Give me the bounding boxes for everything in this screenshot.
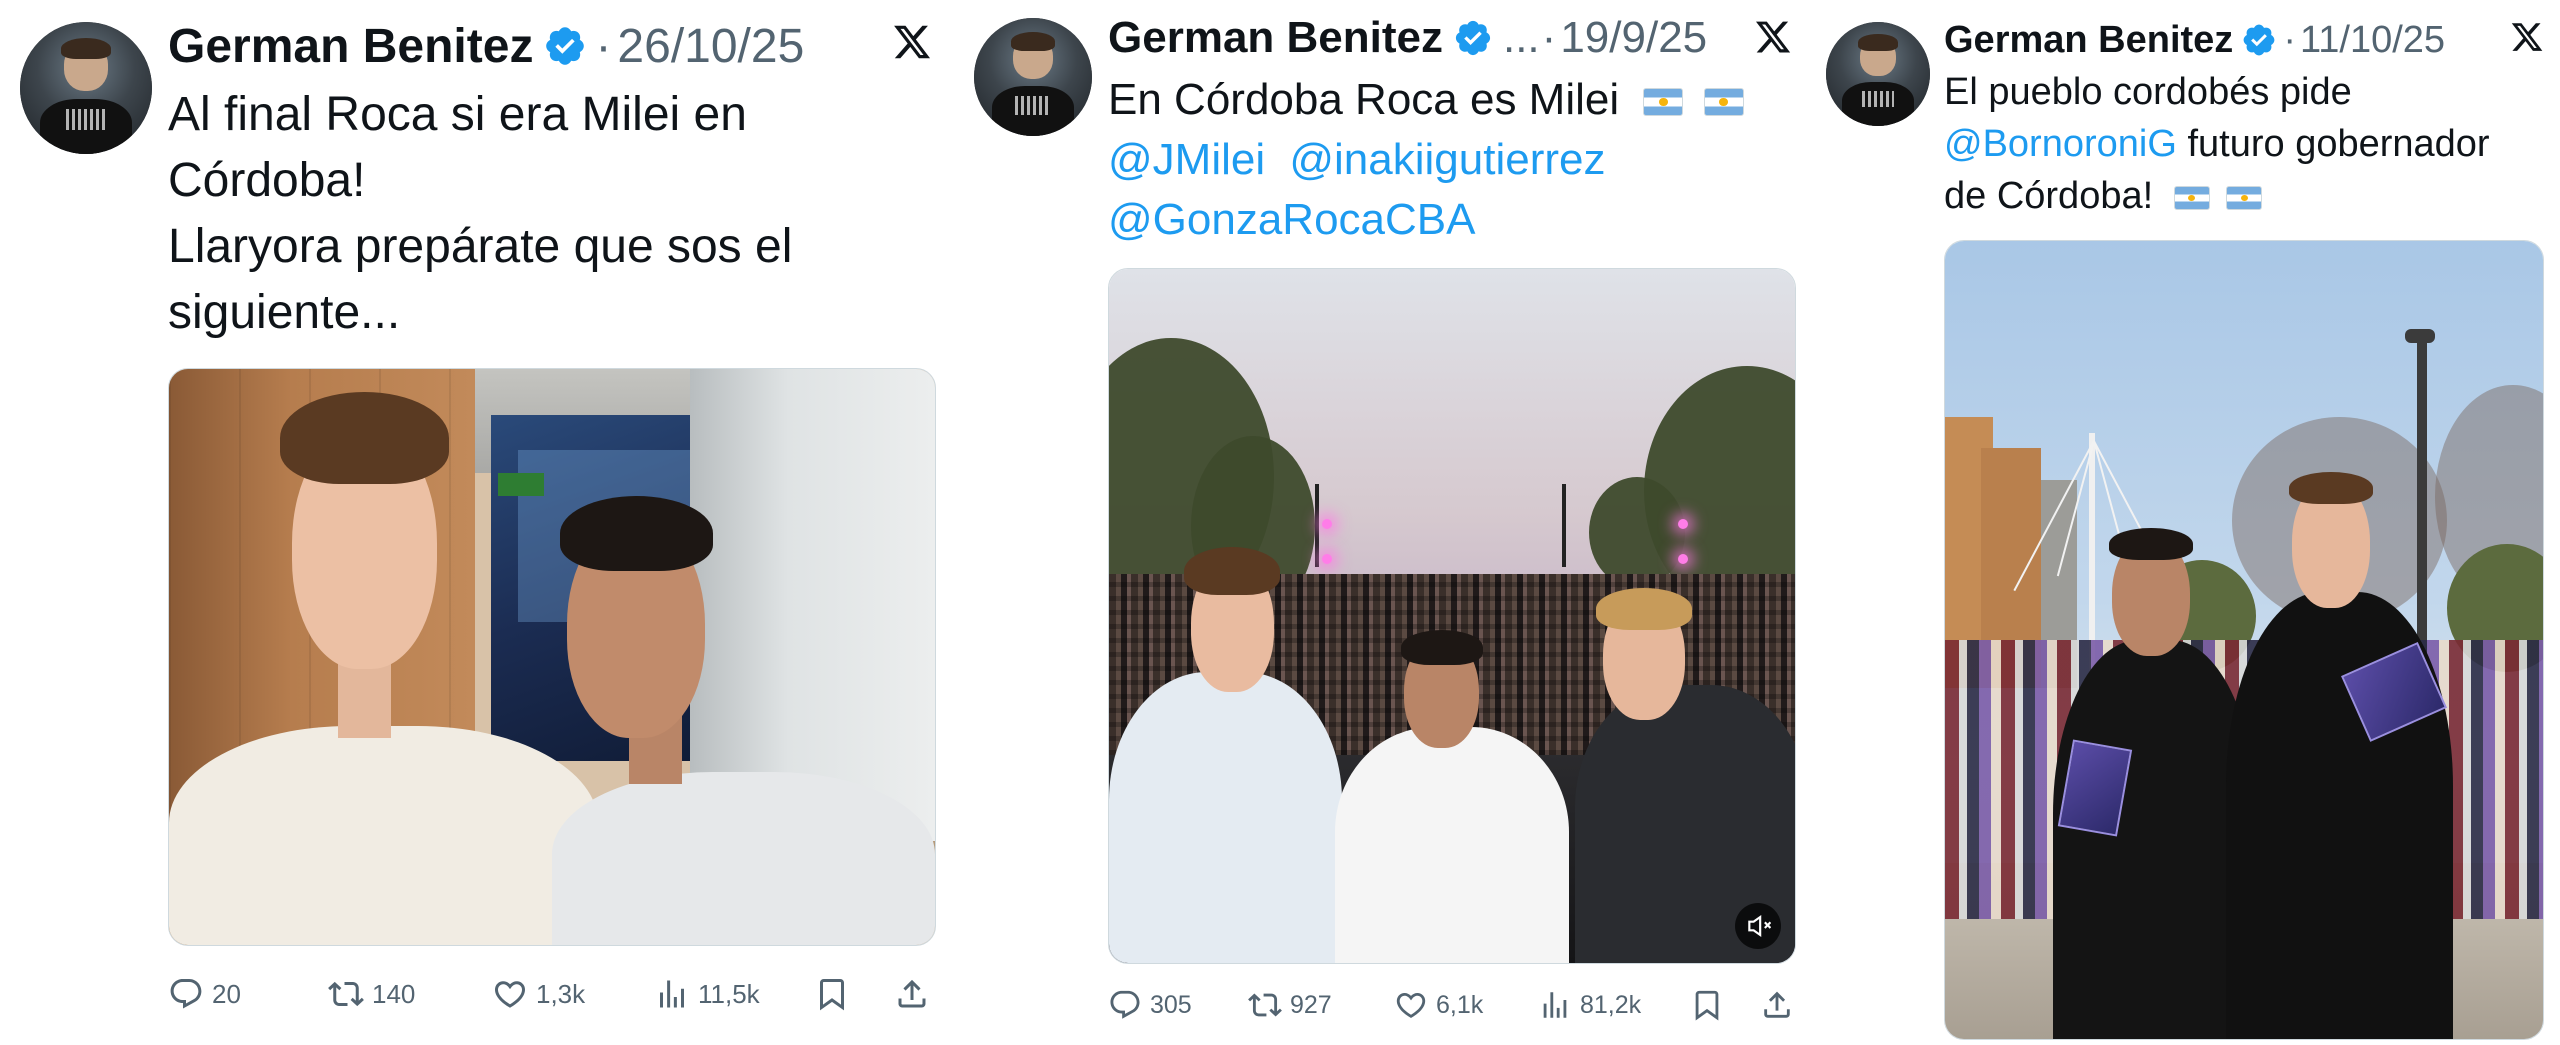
bookmark-icon [820, 979, 844, 1011]
author-name[interactable]: German Benitez [168, 19, 533, 74]
tweet-text: Al final Roca si era Milei en Córdoba! L… [168, 82, 792, 346]
repost-button[interactable]: 927 [1248, 988, 1332, 1022]
author-avatar[interactable] [1826, 22, 1930, 126]
reply-button[interactable]: 305 [1108, 988, 1192, 1022]
tweet-text-line: siguiente... [168, 286, 401, 339]
bookmark-icon [1695, 990, 1719, 1021]
repost-button[interactable]: 140 [328, 976, 415, 1012]
views-button[interactable]: 81,2k [1538, 988, 1641, 1022]
tweet-text-line: @BornoroniG futuro gobernador [1944, 118, 2490, 170]
tweet-text-segment: En Córdoba Roca es Milei [1108, 75, 1620, 124]
tweet-header: German Benitez · 11/10/25 [1944, 14, 2445, 66]
reply-count: 305 [1150, 990, 1192, 1019]
tweet-header: German Benitez ... · 19/9/25 [1108, 8, 1707, 68]
tweet-date[interactable]: 26/10/25 [617, 19, 804, 74]
tweet-actions-bar: 305 927 6,1k 81,2k [1108, 986, 1796, 1026]
argentina-flag-icon [1643, 88, 1684, 117]
repost-icon [1248, 993, 1282, 1017]
argentina-flag-icon [2226, 185, 2263, 210]
mention-link[interactable]: @BornoroniG [1944, 123, 2177, 165]
tweet-text-line: Llaryora prepárate que sos el [168, 220, 793, 273]
repost-count: 927 [1290, 990, 1332, 1019]
author-avatar[interactable] [974, 18, 1092, 136]
tweet-text-line: @GonzaRocaCBA [1108, 190, 1744, 250]
like-button[interactable]: 1,3k [492, 976, 585, 1012]
tweet-card-1[interactable]: German Benitez · 26/10/25 Al final Roca … [0, 0, 960, 1045]
tweet-text-segment: futuro gobernador [2176, 123, 2490, 165]
bookmark-button[interactable] [814, 976, 850, 1012]
analytics-icon [1543, 992, 1567, 1018]
tweet-date[interactable]: 11/10/25 [2300, 19, 2445, 62]
tweet-text-line: Al final Roca si era Milei en [168, 88, 747, 141]
tweet-video[interactable] [1108, 268, 1796, 964]
share-icon [1764, 991, 1790, 1018]
tweet-card-2[interactable]: German Benitez ... · 19/9/25 En Córdoba … [960, 0, 1808, 1045]
tweet-text: En Córdoba Roca es Milei @JMilei @inakii… [1108, 70, 1744, 250]
tweet-actions-bar: 20 140 1,3k 11,5k [168, 972, 936, 1016]
header-separator: · [595, 19, 612, 73]
author-name[interactable]: German Benitez [1108, 13, 1443, 63]
argentina-flag-icon [2173, 185, 2210, 210]
tweet-text-line: Córdoba! [168, 154, 366, 207]
video-person [1109, 269, 1795, 963]
share-button[interactable] [894, 976, 930, 1012]
tweet-text-line: de Córdoba! [1944, 170, 2490, 222]
mention-link[interactable]: @JMilei [1108, 135, 1265, 184]
tweet-text-segment: de Córdoba! [1944, 175, 2154, 217]
repost-icon [328, 981, 364, 1007]
heart-icon [494, 981, 526, 1008]
tweet-text-line: En Córdoba Roca es Milei [1108, 70, 1744, 130]
views-button[interactable]: 11,5k [654, 976, 760, 1012]
mention-link[interactable]: @inakiigutierrez [1289, 135, 1605, 184]
tweet-text: El pueblo cordobés pide @BornoroniG futu… [1944, 66, 2490, 222]
repost-count: 140 [372, 978, 416, 1009]
like-button[interactable]: 6,1k [1394, 988, 1483, 1022]
photo-person [1945, 241, 2543, 1039]
bookmark-button[interactable] [1690, 988, 1724, 1022]
tweet-card-3[interactable]: German Benitez · 11/10/25 El pueblo cord… [1808, 0, 2560, 1045]
verified-badge-icon [543, 24, 587, 68]
tweet-photo[interactable] [168, 368, 936, 946]
like-count: 6,1k [1436, 990, 1484, 1019]
author-avatar[interactable] [20, 22, 152, 154]
analytics-icon [660, 980, 684, 1008]
views-count: 11,5k [698, 978, 760, 1009]
tweet-header: German Benitez · 26/10/25 [168, 14, 804, 78]
photo-person [169, 369, 935, 945]
speaker-muted-icon [1748, 914, 1771, 938]
reply-count: 20 [212, 978, 241, 1009]
author-name[interactable]: German Benitez [1944, 19, 2233, 62]
header-separator: · [2283, 18, 2296, 61]
tweet-photo[interactable] [1944, 240, 2544, 1040]
argentina-flag-icon [1703, 88, 1744, 117]
x-logo-icon[interactable] [1754, 18, 1792, 61]
truncation-ellipsis: ... [1502, 13, 1540, 62]
share-button[interactable] [1760, 988, 1794, 1022]
tweet-text-line: El pueblo cordobés pide [1944, 71, 2352, 113]
like-count: 1,3k [536, 978, 586, 1009]
header-separator: · [1541, 13, 1557, 62]
reply-icon [170, 979, 202, 1009]
reply-button[interactable]: 20 [168, 976, 241, 1012]
mention-link[interactable]: @GonzaRocaCBA [1108, 195, 1476, 244]
x-logo-icon[interactable] [892, 22, 932, 67]
x-logo-icon[interactable] [2510, 20, 2544, 59]
heart-icon [1396, 992, 1426, 1018]
verified-badge-icon [1453, 18, 1493, 58]
mute-button[interactable] [1735, 903, 1781, 949]
tweet-text-line: @JMilei @inakiigutierrez [1108, 130, 1744, 190]
reply-icon [1110, 990, 1140, 1019]
verified-badge-icon [2241, 22, 2277, 58]
views-count: 81,2k [1580, 990, 1642, 1019]
share-icon [898, 979, 926, 1008]
tweet-date[interactable]: 19/9/25 [1560, 13, 1707, 63]
